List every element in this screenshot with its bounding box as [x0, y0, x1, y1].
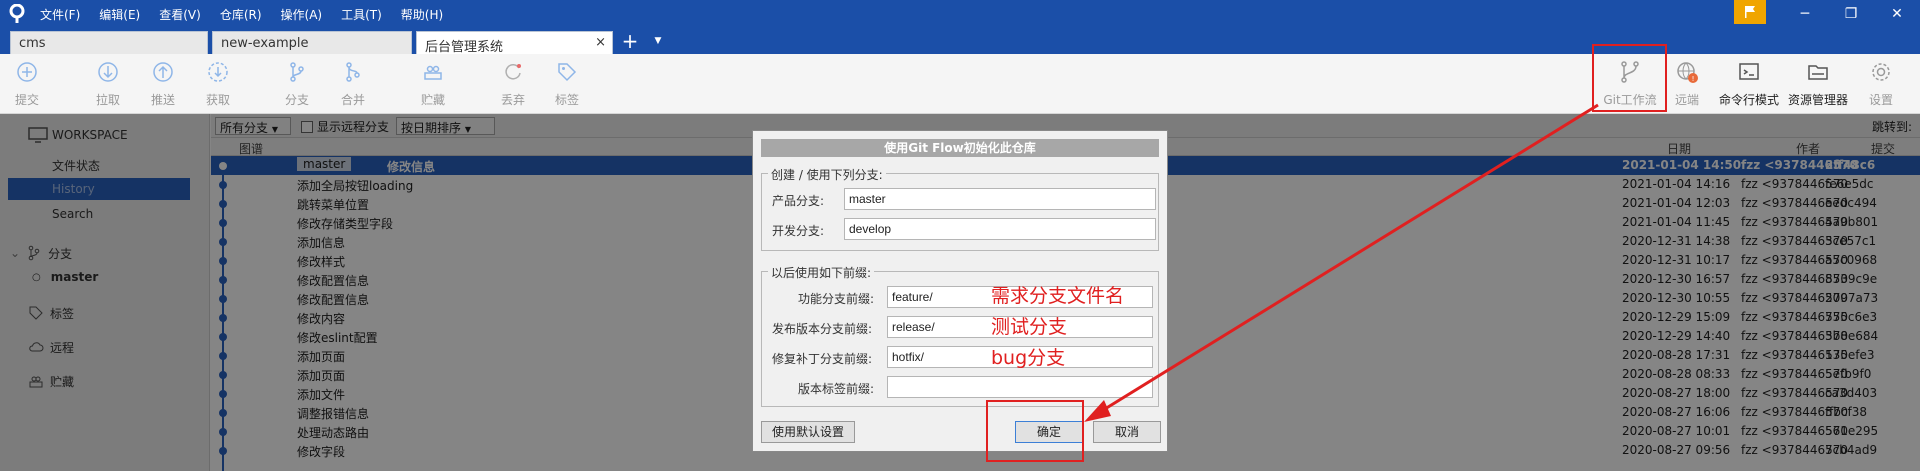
merge-button[interactable]: 合并	[338, 60, 368, 108]
release-prefix-label: 发布版本分支前缀:	[772, 322, 873, 336]
settings-button[interactable]: 设置	[1866, 60, 1896, 108]
terminal-label: 命令行模式	[1718, 93, 1779, 107]
discard-label: 丢弃	[500, 93, 525, 107]
branch-icon	[290, 62, 304, 82]
new-tab-button[interactable]: +	[618, 28, 642, 54]
merge-icon	[346, 62, 360, 82]
menu-view[interactable]: 查看(V)	[159, 6, 201, 23]
fetch-label: 获取	[205, 93, 230, 107]
commit-icon	[17, 62, 37, 82]
remote-label: 远端	[1674, 93, 1699, 107]
terminal-button[interactable]: 命令行模式	[1717, 60, 1781, 108]
tag-label: 标签	[554, 93, 579, 107]
maximize-button[interactable]: ❐	[1828, 0, 1874, 28]
prefixes-group-label: 以后使用如下前缀:	[768, 264, 875, 281]
push-label: 推送	[150, 93, 175, 107]
production-branch-label: 产品分支:	[772, 194, 825, 208]
menu-bar: 文件(F) 编辑(E) 查看(V) 仓库(R) 操作(A) 工具(T) 帮助(H…	[40, 0, 462, 28]
branch-label: 分支	[284, 93, 309, 107]
push-icon	[153, 62, 173, 82]
title-bar: 文件(F) 编辑(E) 查看(V) 仓库(R) 操作(A) 工具(T) 帮助(H…	[0, 0, 1920, 28]
menu-repository[interactable]: 仓库(R)	[220, 6, 262, 23]
merge-label: 合并	[340, 93, 365, 107]
svg-text:!: !	[1692, 75, 1695, 83]
stash-label: 贮藏	[420, 93, 445, 107]
version-tag-prefix-input[interactable]	[887, 376, 1153, 398]
gear-icon	[1872, 63, 1890, 81]
cancel-button[interactable]: 取消	[1093, 421, 1161, 443]
fetch-button[interactable]: 获取	[203, 60, 233, 108]
explorer-button[interactable]: 资源管理器	[1785, 60, 1851, 108]
sourcetree-logo-icon	[9, 4, 25, 23]
tab-new-example[interactable]: new-example	[212, 31, 412, 54]
development-branch-input[interactable]	[844, 218, 1156, 240]
dialog-title: 使用Git Flow初始化此仓库	[761, 139, 1159, 157]
minimize-button[interactable]: ─	[1782, 0, 1828, 28]
remote-button[interactable]: ! 远端	[1672, 60, 1702, 108]
branch-button[interactable]: 分支	[282, 60, 312, 108]
pull-icon	[98, 62, 118, 82]
menu-actions[interactable]: 操作(A)	[281, 6, 323, 23]
fetch-icon	[208, 62, 228, 82]
pull-label: 拉取	[95, 93, 120, 107]
commit-label: 提交	[14, 93, 39, 107]
release-annotation: 测试分支	[991, 316, 1068, 338]
branches-group-label: 创建 / 使用下列分支:	[768, 166, 886, 183]
settings-label: 设置	[1868, 93, 1893, 107]
ok-highlight-box	[986, 400, 1084, 462]
tab-cms[interactable]: cms	[10, 31, 208, 54]
tab-backend-admin[interactable]: 后台管理系统 ×	[416, 31, 613, 55]
use-defaults-button[interactable]: 使用默认设置	[761, 421, 855, 443]
folder-icon	[1808, 65, 1828, 80]
menu-file[interactable]: 文件(F)	[40, 6, 80, 23]
tab-label: new-example	[221, 36, 309, 51]
discard-button[interactable]: 丢弃	[498, 60, 528, 108]
stash-icon	[424, 65, 442, 80]
development-branch-label: 开发分支:	[772, 224, 825, 238]
commit-button[interactable]: 提交	[12, 60, 42, 108]
close-tab-icon[interactable]: ×	[595, 35, 606, 50]
version-tag-prefix-label: 版本标签前缀:	[798, 382, 875, 396]
menu-edit[interactable]: 编辑(E)	[99, 6, 140, 23]
hotfix-annotation: bug分支	[991, 347, 1066, 369]
feature-annotation: 需求分支文件名	[991, 285, 1125, 307]
remote-globe-icon: !	[1677, 62, 1698, 83]
pull-button[interactable]: 拉取	[93, 60, 123, 108]
tag-icon	[558, 63, 577, 82]
close-window-button[interactable]: ✕	[1874, 0, 1920, 28]
discard-icon	[505, 64, 521, 80]
feature-prefix-label: 功能分支前缀:	[798, 292, 875, 306]
branches-group: 创建 / 使用下列分支: 产品分支: 开发分支:	[761, 166, 1159, 251]
tag-button[interactable]: 标签	[552, 60, 582, 108]
menu-tools[interactable]: 工具(T)	[341, 6, 382, 23]
tab-label: 后台管理系统	[425, 40, 504, 55]
tab-label: cms	[19, 36, 46, 51]
stash-button[interactable]: 贮藏	[418, 60, 448, 108]
push-button[interactable]: 推送	[148, 60, 178, 108]
git-flow-init-dialog: 使用Git Flow初始化此仓库 创建 / 使用下列分支: 产品分支: 开发分支…	[752, 130, 1168, 452]
terminal-icon	[1739, 63, 1759, 80]
tab-dropdown-icon[interactable]: ▼	[650, 28, 666, 54]
explorer-label: 资源管理器	[1787, 93, 1848, 107]
git-flow-highlight-box	[1592, 44, 1667, 112]
notification-flag-icon[interactable]	[1734, 0, 1766, 24]
production-branch-input[interactable]	[844, 188, 1156, 210]
menu-help[interactable]: 帮助(H)	[401, 6, 443, 23]
hotfix-prefix-label: 修复补丁分支前缀:	[772, 352, 873, 366]
